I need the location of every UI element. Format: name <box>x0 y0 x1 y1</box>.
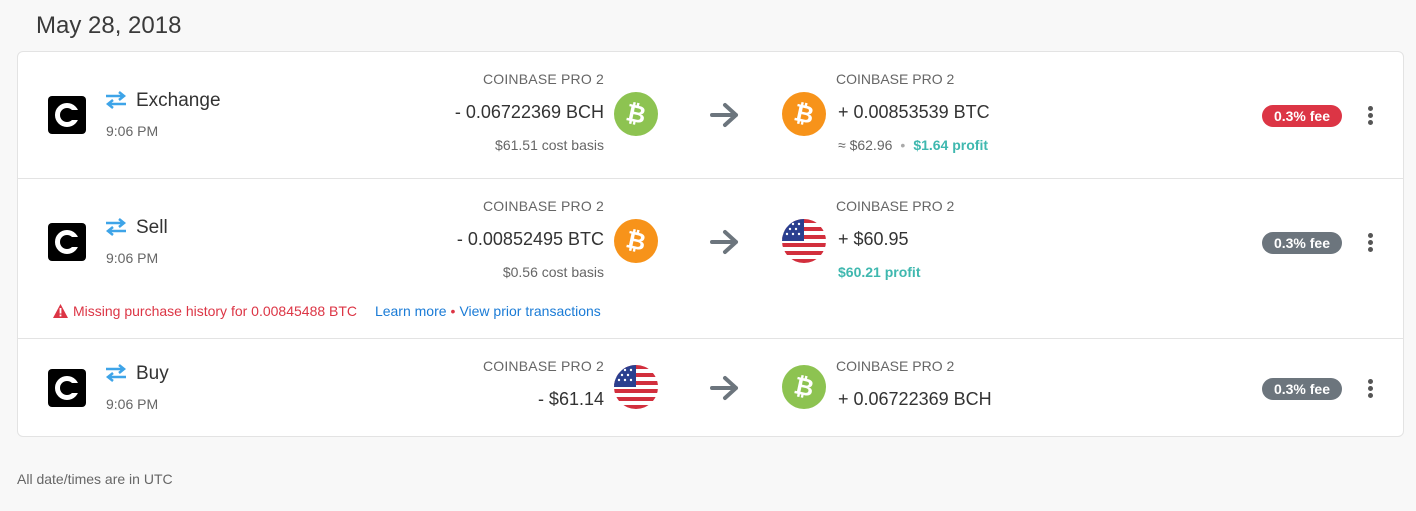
source-amount: - 0.00852495 BTC <box>456 229 604 249</box>
transaction-type: Sell <box>136 217 168 238</box>
timezone-note: All date/times are in UTC <box>17 471 173 487</box>
source-wallet-label: COINBASE PRO 2 <box>482 358 604 374</box>
coinbase-logo-icon <box>48 96 86 134</box>
destination-wallet-label: COINBASE PRO 2 <box>836 358 955 374</box>
destination-value: ≈ $62.96 <box>838 137 893 153</box>
arrow-right-icon <box>710 103 738 127</box>
view-prior-transactions-link[interactable]: View prior transactions <box>459 303 600 319</box>
transaction-time: 9:06 PM <box>106 396 159 412</box>
date-heading: May 28, 2018 <box>36 12 182 39</box>
swap-arrows-icon <box>105 91 127 109</box>
source-amount: - 0.06722369 BCH <box>454 102 604 122</box>
fee-badge[interactable]: 0.3% fee <box>1262 378 1342 400</box>
destination-amount: + 0.00853539 BTC <box>838 102 990 122</box>
separator-dot: • <box>450 303 456 319</box>
source-cost-basis: $0.56 cost basis <box>502 264 604 280</box>
destination-wallet-label: COINBASE PRO 2 <box>836 71 955 87</box>
coinbase-logo-icon <box>48 369 86 407</box>
transaction-row-exchange[interactable]: Exchange 9:06 PM COINBASE PRO 2 - 0.0672… <box>18 52 1403 178</box>
missing-history-warning: Missing purchase history for 0.00845488 … <box>52 303 601 319</box>
btc-icon: ₿ <box>614 219 658 263</box>
more-options-icon[interactable] <box>1360 104 1380 128</box>
separator-dot: • <box>900 137 906 153</box>
destination-amount: + $60.95 <box>838 229 909 249</box>
source-wallet-label: COINBASE PRO 2 <box>482 198 604 214</box>
arrow-right-icon <box>710 376 738 400</box>
bch-icon: ₿ <box>614 92 658 136</box>
source-amount: - $61.14 <box>537 389 604 409</box>
learn-more-link[interactable]: Learn more <box>375 303 447 319</box>
transaction-row-buy[interactable]: Buy 9:06 PM COINBASE PRO 2 - $61.14 ₿ CO… <box>18 338 1403 437</box>
transaction-time: 9:06 PM <box>106 123 159 139</box>
source-wallet-label: COINBASE PRO 2 <box>482 71 604 87</box>
usd-flag-icon <box>614 365 658 409</box>
profit-amount: $60.21 profit <box>838 264 921 280</box>
more-options-icon[interactable] <box>1360 231 1380 255</box>
fee-badge[interactable]: 0.3% fee <box>1262 232 1342 254</box>
source-cost-basis: $61.51 cost basis <box>495 137 604 153</box>
transaction-type: Exchange <box>136 90 221 111</box>
bch-icon: ₿ <box>782 365 826 409</box>
btc-icon: ₿ <box>782 92 826 136</box>
usd-flag-icon <box>782 219 826 263</box>
transaction-time: 9:06 PM <box>106 250 159 266</box>
transactions-card: Exchange 9:06 PM COINBASE PRO 2 - 0.0672… <box>17 51 1404 437</box>
swap-arrows-icon <box>105 364 127 382</box>
profit-amount: $1.64 profit <box>913 137 989 153</box>
swap-arrows-icon <box>105 218 127 236</box>
coinbase-logo-icon <box>48 223 86 261</box>
warning-text: Missing purchase history for 0.00845488 … <box>73 303 358 319</box>
destination-amount: + 0.06722369 BCH <box>838 389 992 409</box>
fee-badge[interactable]: 0.3% fee <box>1262 105 1342 127</box>
more-options-icon[interactable] <box>1360 377 1380 401</box>
destination-details: $60.21 profit <box>838 264 920 280</box>
destination-details: ≈ $62.96 • $1.64 profit <box>838 137 988 153</box>
transaction-type: Buy <box>136 363 169 384</box>
arrow-right-icon <box>710 230 738 254</box>
destination-wallet-label: COINBASE PRO 2 <box>836 198 955 214</box>
transaction-row-sell[interactable]: Sell 9:06 PM COINBASE PRO 2 - 0.00852495… <box>18 178 1403 338</box>
warning-icon <box>53 304 68 318</box>
